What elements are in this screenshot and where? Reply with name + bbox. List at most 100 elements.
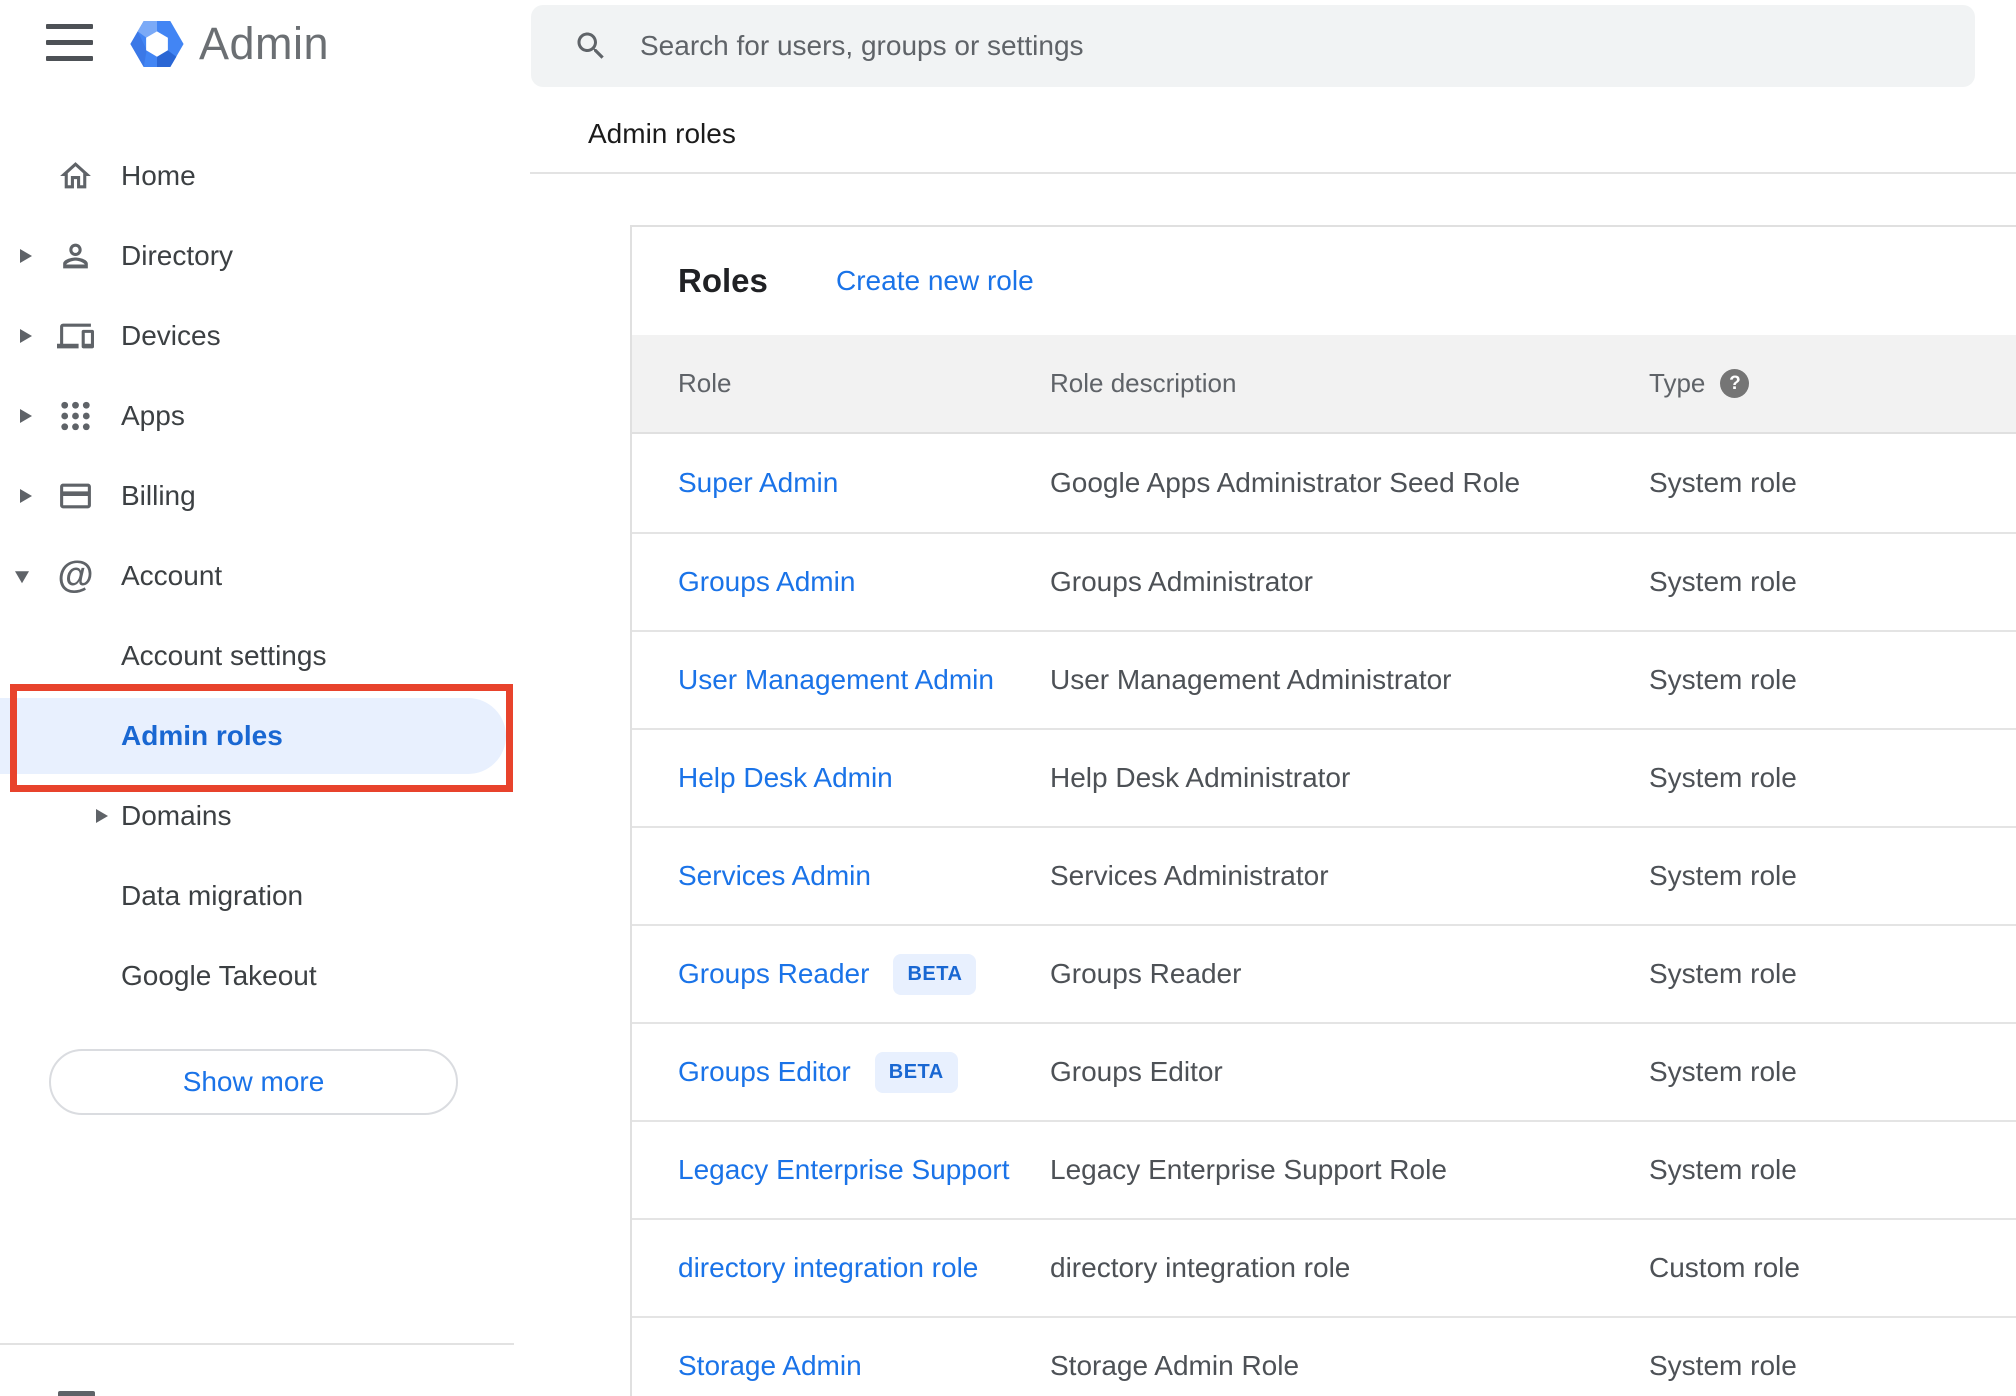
create-new-role-link[interactable]: Create new role	[836, 265, 1034, 297]
chevron-right-icon[interactable]	[20, 409, 32, 423]
sidebar-item-label: Billing	[121, 480, 196, 511]
show-more-button[interactable]: Show more	[49, 1049, 458, 1115]
sidebar-item-label: Google Takeout	[121, 960, 317, 991]
sidebar-item-label: Account	[121, 560, 223, 591]
role-link[interactable]: Help Desk Admin	[678, 762, 893, 794]
table-row: User Management Admin User Management Adm…	[632, 630, 2016, 728]
role-description-cell: Legacy Enterprise Support Role	[1050, 1154, 1447, 1185]
role-type-cell: System role	[1649, 664, 1797, 695]
table-row: Services Admin Services Administrator Syst…	[632, 826, 2016, 924]
sidebar-item-billing[interactable]: Billing	[0, 456, 514, 536]
devices-icon	[57, 318, 94, 355]
chevron-down-icon[interactable]	[15, 571, 29, 584]
sidebar-item-data-migration[interactable]: Data migration	[0, 856, 514, 936]
table-row: Groups Editor BETA Groups Editor System rol…	[632, 1022, 2016, 1120]
sidebar-item-domains[interactable]: Domains	[0, 776, 514, 856]
sidebar-item-home[interactable]: Home	[0, 136, 514, 216]
breadcrumb: Admin roles	[588, 118, 736, 149]
role-type-cell: System role	[1649, 762, 1797, 793]
table-row: Super Admin Google Apps Administrator See…	[632, 434, 2016, 532]
role-cell: directory integration role	[678, 1252, 1050, 1284]
roles-table-header: Role Role description Type ?	[632, 335, 2016, 434]
chevron-right-icon[interactable]	[20, 329, 32, 343]
role-link[interactable]: User Management Admin	[678, 664, 994, 696]
sidebar-item-apps[interactable]: Apps	[0, 376, 514, 456]
sidebar-item-google-takeout[interactable]: Google Takeout	[0, 936, 514, 1016]
beta-badge: BETA	[874, 1051, 958, 1093]
sidebar-item-label: Admin roles	[121, 720, 283, 751]
sidebar-bottom-divider	[0, 1343, 514, 1345]
sidebar-item-label: Data migration	[121, 880, 304, 911]
admin-hexagon-logo	[128, 15, 186, 73]
table-row: Groups Reader BETA Groups Reader System rol…	[632, 924, 2016, 1022]
app-title: Admin	[199, 18, 330, 69]
person-icon	[57, 238, 94, 275]
chevron-right-icon[interactable]	[20, 489, 32, 503]
cutoff-sidebar-icon	[58, 1391, 95, 1396]
role-type-cell: System role	[1649, 1154, 1797, 1185]
role-description-cell: Services Administrator	[1050, 860, 1329, 891]
column-header-type: Type ?	[1649, 368, 2016, 399]
role-description-cell: Groups Reader	[1050, 958, 1242, 989]
role-link[interactable]: Storage Admin	[678, 1350, 862, 1382]
show-more-label: Show more	[182, 1066, 325, 1097]
role-type-cell: System role	[1649, 566, 1797, 597]
sidebar-item-admin-roles[interactable]: Admin roles	[0, 696, 514, 776]
role-type-cell: System role	[1649, 958, 1797, 989]
sidebar-item-account-settings[interactable]: Account settings	[0, 616, 514, 696]
sidebar-item-label: Account settings	[121, 640, 327, 671]
role-cell: User Management Admin	[678, 664, 1050, 696]
sidebar-item-label: Domains	[121, 800, 232, 831]
chevron-right-icon[interactable]	[96, 809, 108, 823]
sidebar-item-label: Devices	[121, 320, 221, 351]
chevron-right-icon[interactable]	[20, 249, 32, 263]
role-cell: Help Desk Admin	[678, 762, 1050, 794]
role-link[interactable]: Legacy Enterprise Support	[678, 1154, 1010, 1186]
header-divider	[530, 172, 2016, 174]
sidebar-item-directory[interactable]: Directory	[0, 216, 514, 296]
apps-grid-icon	[57, 398, 94, 435]
role-description-cell: Help Desk Administrator	[1050, 762, 1351, 793]
role-description-cell: User Management Administrator	[1050, 664, 1452, 695]
table-row: Groups Admin Groups Administrator System r…	[632, 532, 2016, 630]
role-type-cell: Custom role	[1649, 1252, 1800, 1283]
help-icon[interactable]: ?	[1720, 369, 1750, 398]
sidebar-item-account[interactable]: @ Account	[0, 536, 514, 616]
roles-card: Roles Create new role Role Role descript…	[630, 225, 2016, 1396]
column-header-role-description: Role description	[1050, 368, 1237, 398]
role-link[interactable]: Groups Reader	[678, 958, 869, 990]
role-description-cell: Google Apps Administrator Seed Role	[1050, 467, 1521, 498]
role-type-cell: System role	[1649, 467, 1797, 498]
home-icon	[57, 158, 94, 195]
role-cell: Groups Editor BETA	[678, 1051, 1050, 1093]
role-cell: Super Admin	[678, 467, 1050, 499]
table-row: Legacy Enterprise Support Legacy Enterpri…	[632, 1120, 2016, 1218]
column-header-role: Role	[678, 368, 732, 398]
table-row: Storage Admin Storage Admin Role System ro…	[632, 1316, 2016, 1396]
search-input[interactable]	[638, 29, 1922, 63]
role-cell: Services Admin	[678, 860, 1050, 892]
role-description-cell: Groups Editor	[1050, 1056, 1223, 1087]
role-type-cell: System role	[1649, 1056, 1797, 1087]
role-link[interactable]: Groups Editor	[678, 1056, 851, 1088]
role-description-cell: Storage Admin Role	[1050, 1350, 1300, 1381]
beta-badge: BETA	[893, 953, 977, 995]
sidebar-item-devices[interactable]: Devices	[0, 296, 514, 376]
search-icon	[573, 28, 609, 64]
role-cell: Groups Reader BETA	[678, 953, 1050, 995]
role-link[interactable]: Services Admin	[678, 860, 871, 892]
role-link[interactable]: Super Admin	[678, 467, 838, 499]
sidebar-nav: Home Directory Devices Apps Billing @ Account A…	[0, 136, 514, 1016]
credit-card-icon	[57, 478, 94, 515]
sidebar-item-label: Directory	[121, 240, 234, 271]
table-row: Help Desk Admin Help Desk Administrator Sy…	[632, 728, 2016, 826]
sidebar-item-label: Home	[121, 160, 196, 191]
role-type-cell: System role	[1649, 860, 1797, 891]
table-row: directory integration role directory inte…	[632, 1218, 2016, 1316]
role-link[interactable]: directory integration role	[678, 1252, 978, 1284]
at-sign-icon: @	[57, 554, 94, 595]
roles-table-body: Super Admin Google Apps Administrator See…	[632, 434, 2016, 1396]
role-link[interactable]: Groups Admin	[678, 566, 855, 598]
hamburger-menu-icon[interactable]	[46, 24, 93, 61]
role-cell: Legacy Enterprise Support	[678, 1154, 1050, 1186]
